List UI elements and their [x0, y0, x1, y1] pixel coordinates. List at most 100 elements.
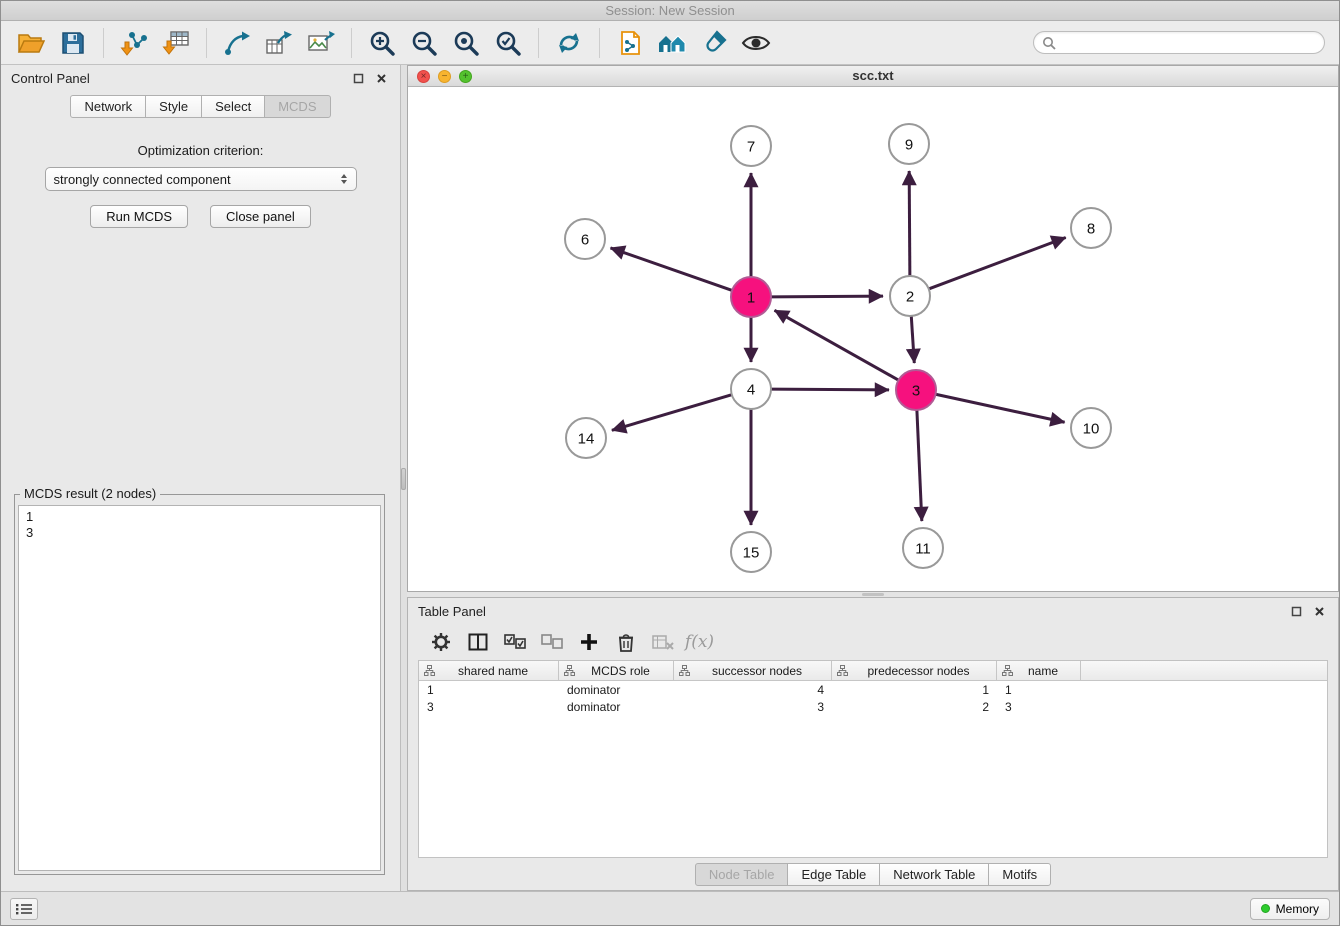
import-table-button[interactable]: [156, 25, 196, 61]
deselect-all-button[interactable]: [533, 627, 570, 657]
float-table-panel-button[interactable]: [1287, 602, 1305, 620]
minimize-window-icon[interactable]: [438, 70, 451, 83]
toolbar-separator: [206, 28, 207, 58]
network-from-table-button[interactable]: [259, 25, 299, 61]
tab-select[interactable]: Select: [201, 95, 265, 118]
apply-style-button[interactable]: [694, 25, 734, 61]
table-settings-button[interactable]: [422, 627, 459, 657]
float-panel-button[interactable]: [349, 69, 367, 87]
splitter-grip-icon[interactable]: [401, 468, 406, 490]
table-row[interactable]: 1dominator411: [419, 681, 1327, 698]
node-14[interactable]: 14: [566, 418, 606, 458]
network-from-table-icon: [265, 30, 293, 56]
clear-table-icon: [652, 634, 674, 650]
network-canvas[interactable]: 7 9 6 8 1 2 4 3 14 10 15 11: [408, 87, 1338, 591]
edge-1-2[interactable]: [771, 296, 883, 297]
function-builder-button[interactable]: f(x): [681, 627, 718, 657]
copy-network-document-icon: [618, 30, 642, 56]
horizontal-splitter[interactable]: [407, 592, 1339, 597]
edge-3-1[interactable]: [775, 310, 899, 380]
control-panel-header: Control Panel: [1, 65, 400, 91]
close-control-panel-button[interactable]: [372, 69, 390, 87]
refresh-view-button[interactable]: [549, 25, 589, 61]
column-header-MCDS-role[interactable]: MCDS role: [559, 661, 674, 680]
tab-style[interactable]: Style: [145, 95, 202, 118]
edge-2-8[interactable]: [929, 237, 1066, 288]
show-hide-details-button[interactable]: [736, 25, 776, 61]
splitter-grip-icon[interactable]: [862, 593, 884, 596]
status-list-button[interactable]: [10, 898, 38, 920]
svg-text:9: 9: [905, 137, 913, 154]
mcds-result-list[interactable]: 13: [18, 505, 381, 871]
gear-icon: [431, 632, 451, 652]
edge-4-3[interactable]: [771, 389, 889, 390]
svg-text:10: 10: [1083, 421, 1100, 438]
tab-network-table[interactable]: Network Table: [879, 863, 989, 886]
save-session-button[interactable]: [53, 25, 93, 61]
zoom-selected-button[interactable]: [488, 25, 528, 61]
add-column-button[interactable]: [570, 627, 607, 657]
column-header-successor-nodes[interactable]: successor nodes: [674, 661, 832, 680]
node-6[interactable]: 6: [565, 219, 605, 259]
zoom-fit-icon: [453, 30, 479, 56]
edge-4-14[interactable]: [612, 395, 732, 431]
node-4[interactable]: 4: [731, 369, 771, 409]
network-graph[interactable]: 7 9 6 8 1 2 4 3 14 10 15 11: [408, 87, 1340, 591]
tab-node-table[interactable]: Node Table: [695, 863, 789, 886]
edge-3-10[interactable]: [936, 394, 1065, 422]
home-networks-button[interactable]: [652, 25, 692, 61]
new-network-button[interactable]: [217, 25, 257, 61]
tab-network[interactable]: Network: [70, 95, 146, 118]
close-table-panel-button[interactable]: [1310, 602, 1328, 620]
memory-status-dot-icon: [1261, 904, 1270, 913]
table-row[interactable]: 3dominator323: [419, 698, 1327, 715]
toolbar-separator: [599, 28, 600, 58]
svg-text:3: 3: [912, 383, 920, 400]
copy-network-button[interactable]: [610, 25, 650, 61]
edge-1-6[interactable]: [610, 248, 732, 290]
trash-icon: [618, 633, 634, 652]
close-window-icon[interactable]: [417, 70, 430, 83]
edge-2-9[interactable]: [909, 171, 910, 276]
maximize-window-icon[interactable]: [459, 70, 472, 83]
zoom-out-button[interactable]: [404, 25, 444, 61]
node-1[interactable]: 1: [731, 277, 771, 317]
svg-text:4: 4: [747, 382, 755, 399]
edge-2-3[interactable]: [911, 316, 914, 363]
node-11[interactable]: 11: [903, 528, 943, 568]
node-9[interactable]: 9: [889, 124, 929, 164]
node-15[interactable]: 15: [731, 532, 771, 572]
node-7[interactable]: 7: [731, 126, 771, 166]
run-mcds-button[interactable]: Run MCDS: [90, 205, 188, 228]
close-panel-button[interactable]: Close panel: [210, 205, 311, 228]
tab-mcds[interactable]: MCDS: [264, 95, 330, 118]
node-2[interactable]: 2: [890, 276, 930, 316]
zoom-out-icon: [411, 30, 437, 56]
tab-edge-table[interactable]: Edge Table: [787, 863, 880, 886]
import-network-button[interactable]: [114, 25, 154, 61]
memory-button[interactable]: Memory: [1250, 898, 1330, 920]
split-columns-button[interactable]: [459, 627, 496, 657]
clear-table-button[interactable]: [644, 627, 681, 657]
column-header-shared-name[interactable]: shared name: [419, 661, 559, 680]
zoom-fit-button[interactable]: [446, 25, 486, 61]
open-session-button[interactable]: [11, 25, 51, 61]
zoom-in-button[interactable]: [362, 25, 402, 61]
edge-3-11[interactable]: [917, 410, 922, 521]
close-icon: [1314, 606, 1325, 617]
search-box[interactable]: [1033, 31, 1325, 54]
export-image-button[interactable]: [301, 25, 341, 61]
toolbar-separator: [538, 28, 539, 58]
column-header-predecessor-nodes[interactable]: predecessor nodes: [832, 661, 997, 680]
tab-motifs[interactable]: Motifs: [988, 863, 1051, 886]
panel-splitter[interactable]: [401, 65, 407, 891]
node-3[interactable]: 3: [896, 370, 936, 410]
optimization-dropdown[interactable]: strongly connected component: [45, 167, 357, 191]
node-10[interactable]: 10: [1071, 408, 1111, 448]
column-header-name[interactable]: name: [997, 661, 1081, 680]
delete-column-button[interactable]: [607, 627, 644, 657]
select-all-button[interactable]: [496, 627, 533, 657]
search-input[interactable]: [1061, 36, 1316, 50]
node-8[interactable]: 8: [1071, 208, 1111, 248]
home-icon: [657, 31, 687, 55]
